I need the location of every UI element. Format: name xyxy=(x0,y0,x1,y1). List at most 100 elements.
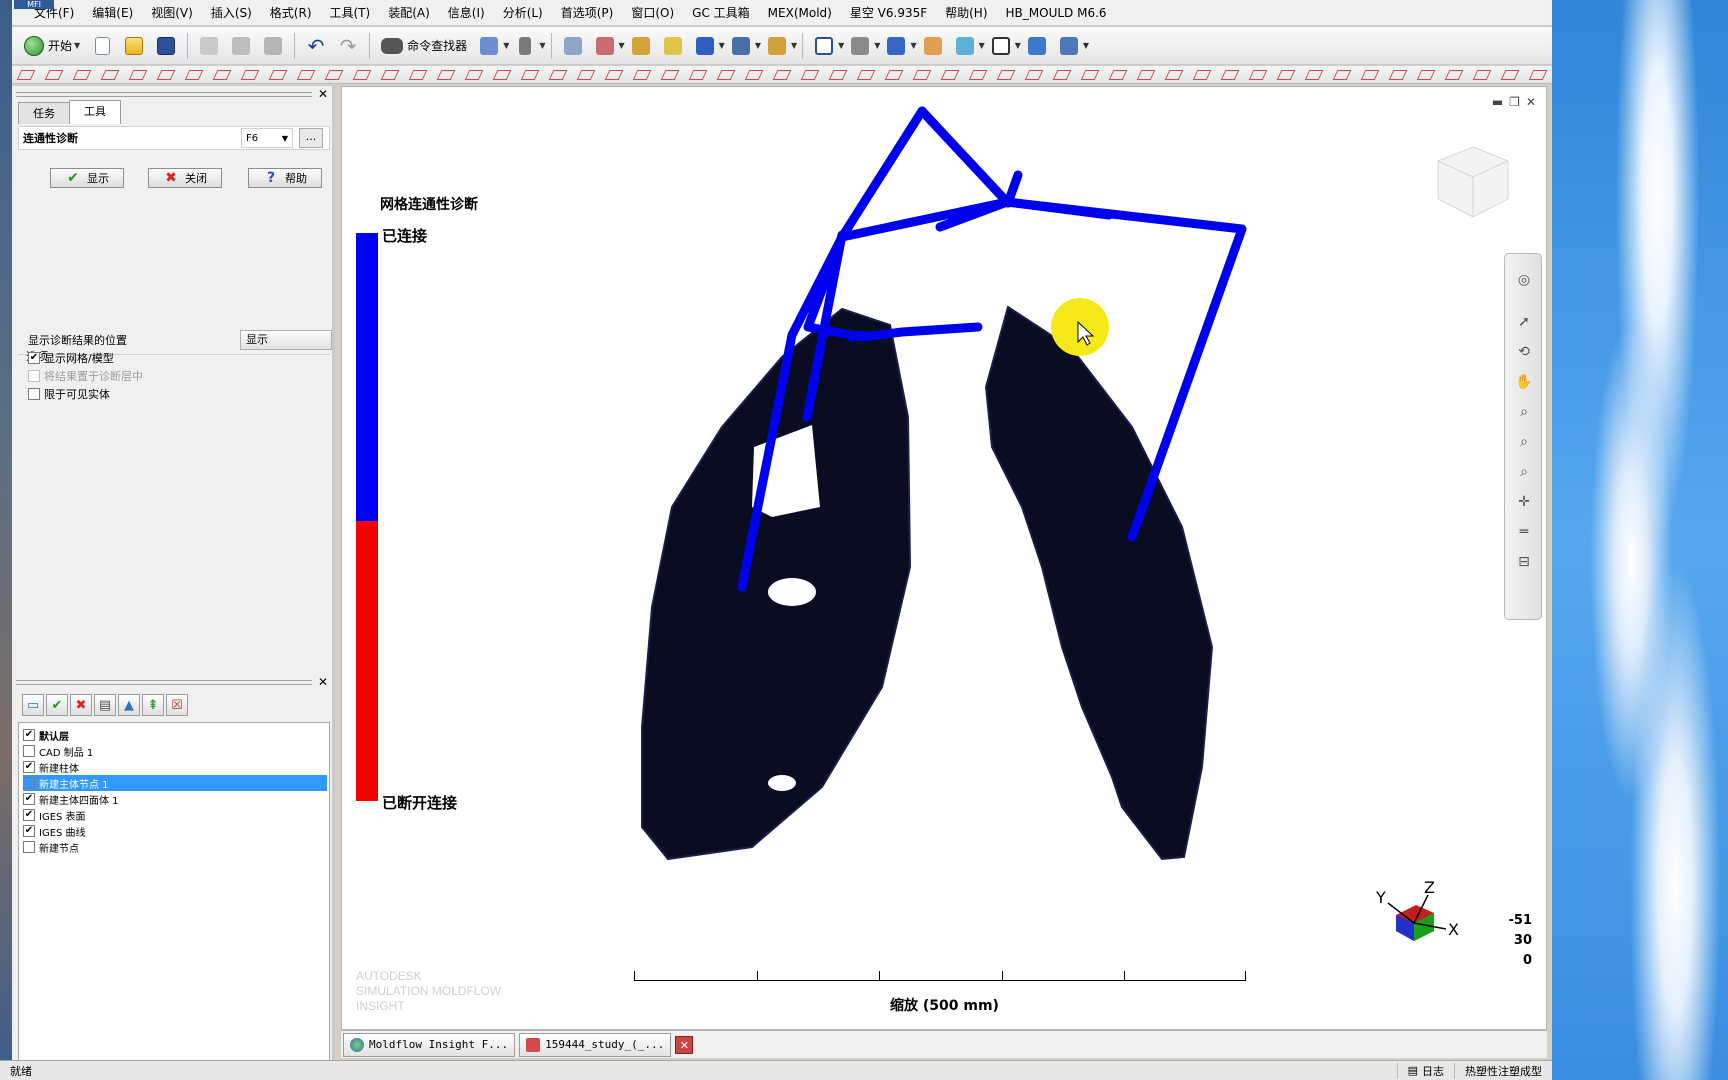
doc-tab-study[interactable]: 159444_study_(_... xyxy=(519,1032,672,1057)
menu-assembly[interactable]: 装配(A) xyxy=(379,4,439,21)
tool-icon[interactable] xyxy=(436,70,456,80)
menu-preferences[interactable]: 首选项(P) xyxy=(552,4,623,21)
tool-icon[interactable] xyxy=(1248,70,1268,80)
menu-window[interactable]: 窗口(O) xyxy=(622,4,683,21)
start-button[interactable]: 开始 ▼ xyxy=(18,35,86,56)
tool-icon[interactable] xyxy=(1136,70,1156,80)
checkbox-checked[interactable]: ✔ xyxy=(23,729,35,741)
delete-layer-button[interactable]: ✖ xyxy=(70,694,92,716)
tool-icon[interactable] xyxy=(1388,70,1408,80)
steering-wheel-icon[interactable]: ◎ xyxy=(1512,268,1536,292)
cut-button[interactable] xyxy=(196,33,222,59)
tool-icon[interactable] xyxy=(604,70,624,80)
orbit-icon[interactable]: ⟲ xyxy=(1512,340,1536,364)
menu-edit[interactable]: 编辑(E) xyxy=(83,4,142,21)
checkbox-checked[interactable]: ✔ xyxy=(23,825,35,837)
clear-layer-button[interactable]: ☒ xyxy=(166,694,188,716)
layer-row[interactable]: ✔ IGES 曲线 xyxy=(23,823,327,839)
layer-row[interactable]: ✔ 新建柱体 xyxy=(23,759,327,775)
checkbox-unchecked[interactable] xyxy=(23,777,35,789)
menu-hb-mould[interactable]: HB_MOULD M6.6 xyxy=(997,6,1116,20)
tool-icon[interactable] xyxy=(1444,70,1464,80)
layer-dock-bar[interactable]: ✕ xyxy=(16,676,328,688)
zoom-icon[interactable]: ⌕ xyxy=(1512,400,1536,424)
tool-icon[interactable] xyxy=(520,70,540,80)
tab-tools[interactable]: 工具 xyxy=(69,100,121,124)
tool-icon[interactable] xyxy=(660,70,680,80)
tool-icon[interactable] xyxy=(240,70,260,80)
tool-icon[interactable] xyxy=(744,70,764,80)
tool-icon[interactable] xyxy=(492,70,512,80)
tool-icon[interactable] xyxy=(1024,70,1044,80)
tool-icon[interactable] xyxy=(772,70,792,80)
command-finder-button[interactable]: 命令查找器 xyxy=(375,37,473,54)
checkbox-checked[interactable]: ✔ xyxy=(23,809,35,821)
tool-icon[interactable] xyxy=(940,70,960,80)
render-style-button[interactable] xyxy=(847,33,873,59)
pan-hand-icon[interactable]: ✋ xyxy=(1512,370,1536,394)
layer-row[interactable]: ✔ 新建主体四面体 1 xyxy=(23,791,327,807)
undo-button[interactable]: ↶ xyxy=(303,33,329,59)
more-button[interactable]: ... xyxy=(299,128,323,148)
measure-icon[interactable]: ═ xyxy=(1512,520,1536,544)
tool-icon[interactable] xyxy=(296,70,316,80)
checkbox-checked[interactable]: ✔ xyxy=(28,352,40,364)
tool-icon[interactable] xyxy=(380,70,400,80)
close-icon[interactable]: ✕ xyxy=(318,88,328,100)
doc-tab-moldflow[interactable]: Moldflow Insight F... xyxy=(343,1032,516,1057)
tool-icon[interactable] xyxy=(688,70,708,80)
tool-icon[interactable] xyxy=(1416,70,1436,80)
tool-icon[interactable] xyxy=(548,70,568,80)
checkbox-checked[interactable]: ✔ xyxy=(23,793,35,805)
select-arrow-icon[interactable]: ➚ xyxy=(1512,310,1536,334)
tool-icon[interactable] xyxy=(184,70,204,80)
tool-icon[interactable] xyxy=(1360,70,1380,80)
wcs-button[interactable] xyxy=(592,33,618,59)
tool-icon[interactable] xyxy=(1192,70,1212,80)
checkbox-unchecked[interactable] xyxy=(28,388,40,400)
snap-button[interactable] xyxy=(728,33,754,59)
checkbox-visible-only[interactable]: 限于可见实体 xyxy=(28,386,110,402)
tool-icon[interactable] xyxy=(1220,70,1240,80)
position-select[interactable]: 显示 xyxy=(240,330,332,350)
panel-dock-bar[interactable]: ✕ xyxy=(16,88,328,100)
layer-row[interactable]: 新建节点 xyxy=(23,839,327,855)
tool-icon[interactable] xyxy=(884,70,904,80)
menu-insert[interactable]: 插入(S) xyxy=(202,4,261,21)
tool-icon[interactable] xyxy=(632,70,652,80)
tool-icon[interactable] xyxy=(968,70,988,80)
checkbox-show-mesh[interactable]: ✔ 显示网格/模型 xyxy=(28,350,114,366)
layer-row[interactable]: ✔ IGES 表面 xyxy=(23,807,327,823)
zoom-all-icon[interactable]: ⌕ xyxy=(1512,460,1536,484)
close-button[interactable]: ✖ 关闭 xyxy=(148,168,222,188)
menu-analysis[interactable]: 分析(L) xyxy=(494,4,552,21)
measure-button[interactable] xyxy=(764,33,790,59)
tool-icon[interactable] xyxy=(324,70,344,80)
paste-button[interactable] xyxy=(260,33,286,59)
mesh-model[interactable] xyxy=(342,87,1547,1030)
play-button[interactable] xyxy=(692,33,718,59)
tool-icon[interactable] xyxy=(912,70,932,80)
tool-icon[interactable] xyxy=(212,70,232,80)
info-button[interactable] xyxy=(512,33,538,59)
tool-icon[interactable] xyxy=(408,70,428,80)
tool-icon[interactable] xyxy=(856,70,876,80)
menu-format[interactable]: 格式(R) xyxy=(261,4,321,21)
show-layer-button[interactable]: ✔ xyxy=(46,694,68,716)
tool-icon[interactable] xyxy=(72,70,92,80)
zoom-window-icon[interactable]: ⌕ xyxy=(1512,430,1536,454)
view-orient-button[interactable] xyxy=(1024,33,1050,59)
layer-top-button[interactable]: ⇞ xyxy=(142,694,164,716)
tool-icon[interactable] xyxy=(576,70,596,80)
menu-tools[interactable]: 工具(T) xyxy=(321,4,380,21)
tool-icon[interactable] xyxy=(128,70,148,80)
menu-help[interactable]: 帮助(H) xyxy=(936,4,996,21)
transform-button[interactable] xyxy=(628,33,654,59)
shaded-button[interactable] xyxy=(883,33,909,59)
export-button[interactable] xyxy=(1056,33,1082,59)
edge-button[interactable] xyxy=(920,33,946,59)
tool-icon[interactable] xyxy=(828,70,848,80)
show-button[interactable]: ✔ 显示 xyxy=(50,168,124,188)
redo-button[interactable]: ↷ xyxy=(335,33,361,59)
tool-icon[interactable] xyxy=(1276,70,1296,80)
